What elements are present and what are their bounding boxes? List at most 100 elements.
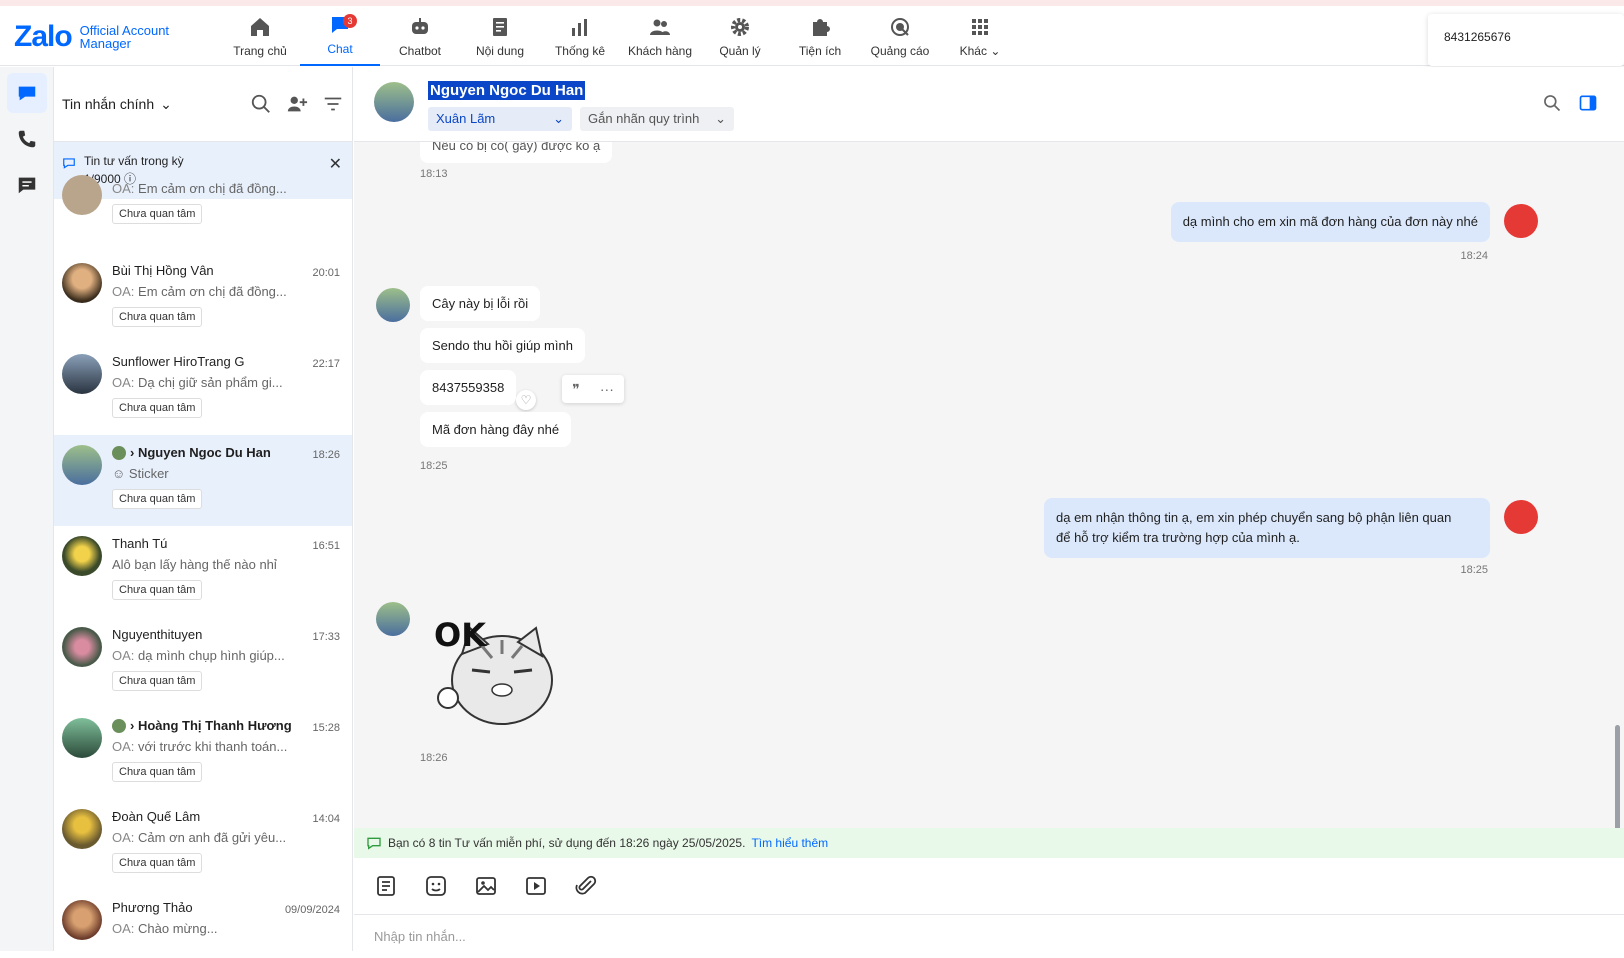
quote-icon[interactable]: ❞ [572, 381, 580, 398]
conversation-last-message: OA: Em cảm ơn chị đã đồng... [112, 284, 292, 299]
conversation-item[interactable]: Sunflower HiroTrang G OA: Dạ chị giữ sản… [54, 344, 352, 435]
video-icon[interactable] [524, 874, 548, 898]
status-tag[interactable]: Chưa quan tâm [112, 671, 203, 691]
conversation-last-message: OA: dạ mình chụp hình giúp... [112, 648, 292, 663]
more-icon[interactable]: ··· [600, 381, 614, 397]
inbox-title: Tin nhắn chính [62, 96, 155, 112]
status-tag[interactable]: Chưa quan tâm [112, 489, 203, 509]
status-tag[interactable]: Chưa quan tâm [112, 398, 203, 418]
chevron-right-icon: › [130, 445, 138, 460]
nav-customers[interactable]: Khách hàng [620, 6, 700, 66]
nav-stats[interactable]: Thống kê [540, 6, 620, 66]
status-tag[interactable]: Chưa quan tâm [112, 307, 203, 327]
nav-chatbot[interactable]: Chatbot [380, 6, 460, 66]
sticker-icon[interactable] [424, 874, 448, 898]
message-bubble-partial: Nếu có bị có( gãy) được ko ạ [420, 142, 613, 163]
learn-more-link[interactable]: Tìm hiểu thêm [751, 836, 828, 850]
nav-utilities[interactable]: Tiện ích [780, 6, 860, 66]
conversation-body: Sunflower HiroTrang G OA: Dạ chị giữ sản… [112, 354, 340, 435]
attachment-icon[interactable] [574, 874, 598, 898]
message-bubble-incoming: 8437559358 [420, 370, 517, 405]
nav-content[interactable]: Nội dung [460, 6, 540, 66]
message-bubble-outgoing: dạ mình cho em xin mã đơn hàng của đơn n… [1170, 202, 1490, 242]
image-icon[interactable] [474, 874, 498, 898]
conversation-list-actions [250, 93, 344, 115]
message-timestamp: 18:25 [1460, 564, 1488, 576]
chat-badge: 3 [343, 14, 357, 28]
nav-home[interactable]: Trang chủ [220, 6, 300, 66]
conversation-name: Nguyen Ngoc Du Han [137, 445, 271, 460]
inbox-filter-dropdown[interactable]: Tin nhắn chính ⌄ [62, 96, 172, 113]
assignee-avatar-icon [112, 445, 126, 460]
conversation-time: 18:26 [312, 449, 340, 461]
heart-icon[interactable]: ♡ [516, 390, 536, 410]
search-icon[interactable] [250, 93, 272, 115]
conversation-last-message: Alô bạn lấy hàng thế nào nhỉ [112, 557, 292, 572]
conversation-item[interactable]: Thanh Tú Alô bạn lấy hàng thế nào nhỉ Ch… [54, 526, 352, 617]
nav-more[interactable]: Khác ⌄ [940, 6, 1020, 66]
conversation-name: Nguyenthituyen [112, 627, 203, 642]
process-tag-select[interactable]: Gắn nhãn quy trình ⌄ [580, 107, 734, 131]
rail-comments[interactable] [7, 165, 47, 205]
conversation-items: OA: Em cảm ơn chị đã đồng... Chưa quan t… [54, 165, 352, 951]
message-timestamp: 18:13 [420, 168, 448, 180]
status-tag[interactable]: Chưa quan tâm [112, 580, 203, 600]
conversation-name: Bùi Thị Hồng Vân [112, 263, 214, 278]
conversation-body: Bùi Thị Hồng Vân OA: Em cảm ơn chị đã đồ… [112, 263, 340, 344]
conversation-time: 14:04 [312, 813, 340, 825]
conversation-item[interactable]: Đoàn Quế Lâm OA: Cảm ơn anh đã gửi yêu..… [54, 799, 352, 890]
assignee-select[interactable]: Xuân Lãm ⌄ [428, 107, 572, 131]
logo-subtitle-line2: Manager [79, 36, 131, 51]
account-box[interactable]: 8431265676 [1428, 14, 1624, 66]
conversation-item[interactable]: Nguyenthituyen OA: dạ mình chụp hình giú… [54, 617, 352, 708]
message-input[interactable]: Nhập tin nhắn... [354, 915, 1624, 958]
oa-prefix: OA: [112, 921, 135, 936]
conversation-time: 16:51 [312, 540, 340, 552]
message-composer: Nhập tin nhắn... [354, 858, 1624, 951]
conversation-name: Hoàng Thị Thanh Hương [137, 718, 292, 733]
nav-customers-label: Khách hàng [627, 44, 693, 58]
nav-ads[interactable]: Quảng cáo [860, 6, 940, 66]
conversation-body: Đoàn Quế Lâm OA: Cảm ơn anh đã gửi yêu..… [112, 809, 340, 890]
status-tag[interactable]: Chưa quan tâm [112, 204, 203, 224]
search-icon[interactable] [1542, 93, 1562, 113]
content-icon [493, 18, 507, 36]
rail-calls[interactable] [7, 119, 47, 159]
rail-messages[interactable] [7, 73, 47, 113]
grid-icon [972, 19, 988, 35]
nav-chatbot-label: Chatbot [398, 44, 442, 58]
last-message-text: Chào mừng... [138, 921, 218, 936]
nav-chat[interactable]: 3 Chat [300, 6, 380, 66]
sidebar-toggle-icon[interactable] [1578, 93, 1598, 113]
conversation-item[interactable]: Bùi Thị Hồng Vân OA: Em cảm ơn chị đã đồ… [54, 253, 352, 344]
free-consult-text: Bạn có 8 tin Tư vấn miễn phí, sử dụng đế… [388, 836, 746, 850]
logo[interactable]: Zalo Official Account Manager [14, 20, 169, 54]
message-timestamp: 18:24 [1460, 250, 1488, 262]
nav-manage[interactable]: Quản lý [700, 6, 780, 66]
last-message-text: Cảm ơn anh đã gửi yêu... [138, 830, 287, 845]
oa-prefix: OA: [112, 739, 135, 754]
contact-name[interactable]: Nguyen Ngoc Du Han [428, 81, 586, 100]
status-tag[interactable]: Chưa quan tâm [112, 853, 203, 873]
conversation-item-active[interactable]: › Nguyen Ngoc Du Han ☺ Sticker Chưa quan… [54, 435, 352, 526]
conversation-time: 22:17 [312, 358, 340, 370]
oa-prefix: OA: [112, 284, 135, 299]
account-id: 8431265676 [1444, 30, 1511, 44]
message-timestamp: 18:26 [420, 752, 448, 764]
message-bubble-incoming: Cây này bị lỗi rồi [420, 286, 541, 321]
customers-icon [650, 19, 670, 35]
contact-avatar [376, 288, 410, 322]
last-message-text: Dạ chị giữ sản phẩm gi... [138, 375, 283, 390]
last-message-text: Em cảm ơn chị đã đồng... [138, 181, 287, 196]
conversation-item[interactable]: OA: Em cảm ơn chị đã đồng... Chưa quan t… [54, 165, 352, 253]
status-tag[interactable]: Chưa quan tâm [112, 762, 203, 782]
message-line: để hỗ trợ kiểm tra trường hợp của mình ạ… [1056, 530, 1300, 545]
conversation-item[interactable]: › Hoàng Thị Thanh Hương OA: với trước kh… [54, 708, 352, 799]
template-icon[interactable] [374, 874, 398, 898]
nav-more-label-wrap: Khác ⌄ [960, 44, 1001, 58]
filter-icon[interactable] [322, 93, 344, 115]
add-user-icon[interactable] [286, 93, 308, 115]
conversation-item[interactable]: Phương Thảo OA: Chào mừng... 09/09/2024 [54, 890, 352, 951]
last-message-text: Em cảm ơn chị đã đồng... [138, 284, 287, 299]
contact-avatar[interactable] [374, 82, 414, 122]
